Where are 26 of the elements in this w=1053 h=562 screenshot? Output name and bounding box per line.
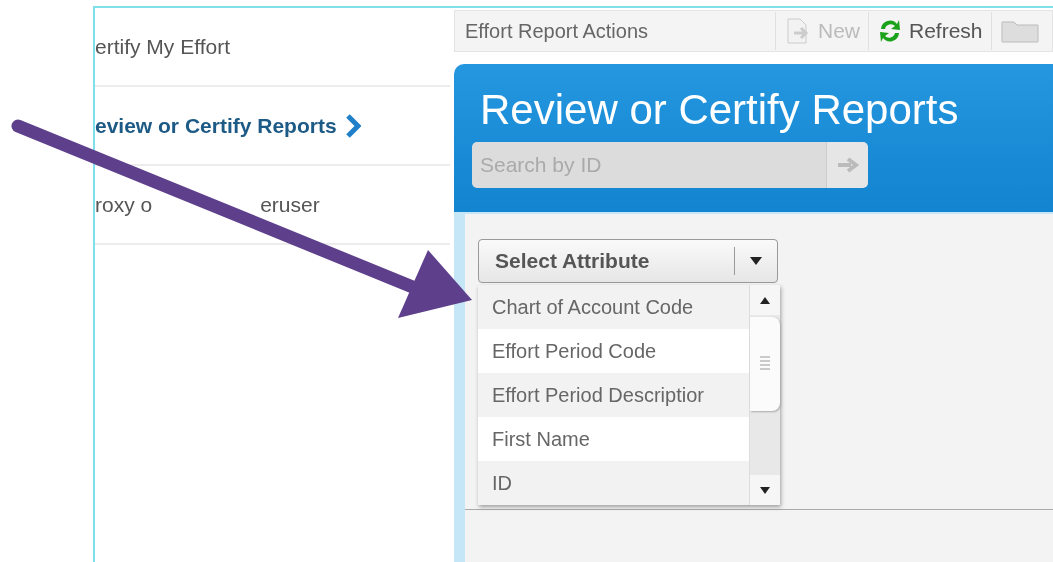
- chevron-icon: [344, 113, 361, 138]
- dropdown-option[interactable]: Effort Period Descriptior: [478, 373, 749, 417]
- dropdown-option[interactable]: ID: [478, 461, 749, 505]
- sidebar-item-label: eruser: [260, 192, 320, 217]
- sidebar-item[interactable]: ertify My Effort: [95, 8, 450, 87]
- attribute-select[interactable]: Select Attribute: [478, 239, 778, 283]
- sidebar-item-label: ertify My Effort: [95, 34, 230, 59]
- right-arrow-icon: [836, 157, 859, 173]
- up-caret-icon: [760, 296, 770, 304]
- page-title: Review or Certify Reports: [480, 86, 960, 134]
- caret-icon: [750, 257, 762, 265]
- search-go-button[interactable]: [826, 142, 868, 188]
- folder-icon: [999, 18, 1040, 44]
- sidebar-item-label: eview or Certify Reports: [95, 113, 337, 138]
- sidebar-item[interactable]: eview or Certify Reports: [95, 87, 450, 166]
- scroll-thumb[interactable]: [750, 317, 780, 411]
- dropdown-option[interactable]: Chart of Account Code: [478, 285, 749, 329]
- refresh-button[interactable]: Refresh: [868, 12, 991, 50]
- down-caret-icon: [760, 486, 770, 494]
- scrollbar[interactable]: [749, 285, 780, 505]
- scroll-up-button[interactable]: [750, 285, 780, 315]
- sidebar-item[interactable]: roxy o eruser: [95, 166, 450, 245]
- toolbar-title: Effort Report Actions: [464, 19, 650, 43]
- scroll-down-button[interactable]: [750, 475, 780, 505]
- sidebar-item-label: roxy o: [95, 192, 153, 217]
- grip-icon: [760, 355, 770, 373]
